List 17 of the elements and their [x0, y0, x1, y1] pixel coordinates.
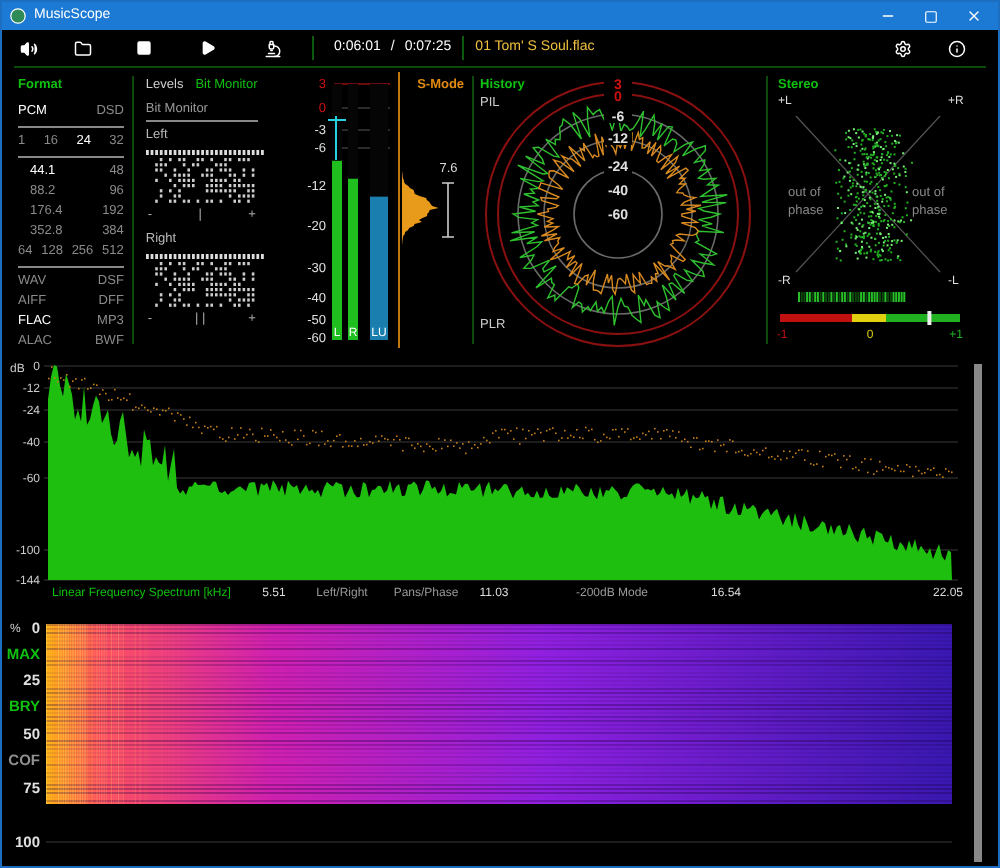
app-logo-icon: [10, 8, 26, 24]
scrollbar[interactable]: [974, 364, 982, 862]
maximize-icon[interactable]: [924, 9, 938, 23]
bit-grid-drawing: [145, 253, 266, 309]
range-bracket-icon: [441, 182, 454, 238]
microscope-icon[interactable]: [264, 39, 282, 57]
peak-marker-icon: [326, 115, 347, 161]
stereo-scatter-drawing: [834, 128, 913, 262]
volume-icon[interactable]: [20, 39, 38, 57]
bit-grid-drawing: [145, 149, 266, 205]
play-icon[interactable]: [200, 40, 216, 56]
settings-icon[interactable]: [894, 39, 912, 57]
stop-icon[interactable]: [136, 40, 152, 56]
info-icon[interactable]: [948, 39, 966, 57]
close-icon[interactable]: [966, 8, 982, 24]
phase-bar-drawing: [798, 292, 906, 302]
folder-icon[interactable]: [74, 39, 92, 57]
